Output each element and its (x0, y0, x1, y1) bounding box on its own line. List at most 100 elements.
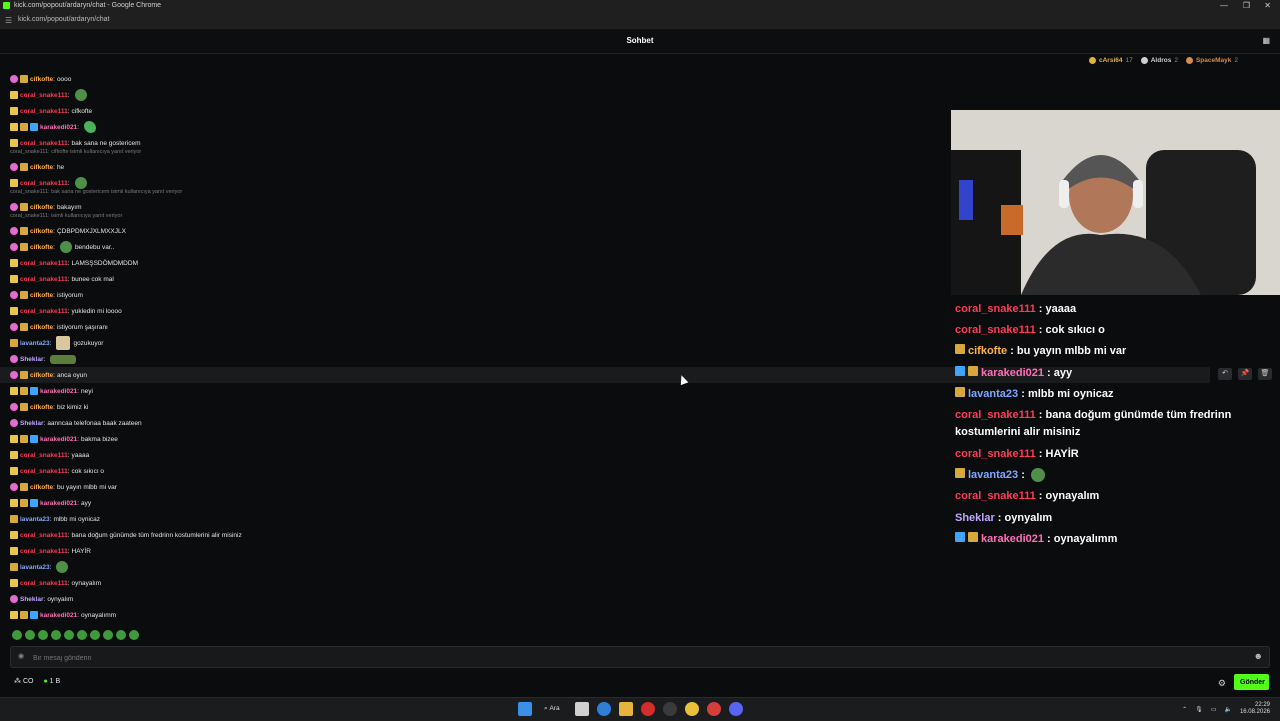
delete-icon[interactable]: 🗑 (1258, 368, 1272, 380)
minimize-icon[interactable]: — (1220, 1, 1228, 10)
chat-emote-icon[interactable] (74, 177, 87, 189)
chat-username[interactable]: cifkofte (30, 292, 53, 299)
tray-chevron-icon[interactable]: ⌃ (1182, 706, 1187, 713)
user-badge-icon[interactable] (20, 371, 28, 379)
maximize-icon[interactable]: ❐ (1243, 1, 1250, 10)
user-badge-icon[interactable] (10, 339, 18, 347)
user-badge-icon[interactable] (10, 355, 18, 363)
user-badge-icon[interactable] (10, 139, 18, 147)
chat-username[interactable]: coral_snake111 (20, 532, 68, 539)
chat-username[interactable]: coral_snake111 (20, 452, 68, 459)
chat-username[interactable]: coral_snake111 (20, 108, 68, 115)
user-badge-icon[interactable] (10, 563, 18, 571)
user-badge-icon[interactable] (20, 243, 28, 251)
chat-username[interactable]: coral_snake111 (20, 92, 68, 99)
user-badge-icon[interactable] (20, 435, 28, 443)
emote-icon[interactable] (51, 630, 61, 640)
chat-username[interactable]: cifkofte (30, 244, 53, 251)
user-badge-icon[interactable] (20, 403, 28, 411)
reply-context[interactable]: coral_snake111: isimli kullanıcıya yanıt… (10, 213, 122, 219)
user-badge-icon[interactable] (30, 611, 38, 619)
message-input[interactable] (31, 651, 1235, 665)
chat-username[interactable]: lavanta23 (20, 516, 50, 523)
pin-icon[interactable]: 📌 (1238, 368, 1252, 380)
chat-username[interactable]: karakedi021 (40, 388, 77, 395)
emote-icon[interactable] (64, 630, 74, 640)
user-badge-icon[interactable] (10, 435, 18, 443)
chat-username[interactable]: cifkofte (30, 484, 53, 491)
chat-emote-icon[interactable] (50, 354, 77, 364)
chat-username[interactable]: Sheklar (20, 356, 44, 363)
taskbar-search[interactable]: ⌕ Ara (540, 702, 567, 716)
user-badge-icon[interactable] (20, 483, 28, 491)
chat-emote-icon[interactable] (74, 89, 87, 101)
url-text[interactable]: kick.com/popout/ardaryn/chat (18, 16, 109, 23)
user-badge-icon[interactable] (10, 75, 18, 83)
leaderboard-item[interactable]: Aldros 2 (1140, 57, 1178, 64)
user-badge-icon[interactable] (20, 611, 28, 619)
chat-username[interactable]: coral_snake111 (20, 308, 68, 315)
reply-context[interactable]: coral_snake111: cifkofte isimli kullanıc… (10, 149, 141, 155)
emoji-picker-icon[interactable]: ☻ (1254, 651, 1263, 661)
chat-message[interactable]: lavanta23: (10, 559, 1210, 575)
chat-username[interactable]: karakedi021 (40, 436, 77, 443)
user-badge-icon[interactable] (30, 123, 38, 131)
reply-icon[interactable]: ↶ (1218, 368, 1232, 380)
chat-username[interactable]: cifkofte (30, 76, 53, 83)
chat-username[interactable]: coral_snake111 (20, 260, 68, 267)
chat-message[interactable]: coral_snake111: (10, 87, 1210, 103)
emote-icon[interactable] (25, 630, 35, 640)
user-badge-icon[interactable] (10, 387, 18, 395)
steam-icon[interactable] (663, 702, 678, 716)
leaderboard-item[interactable]: cArsi64 17 (1089, 57, 1133, 64)
emote-icon[interactable] (38, 630, 48, 640)
settings-gear-icon[interactable]: ⚙ (1218, 678, 1226, 689)
file-explorer-icon[interactable] (619, 702, 634, 716)
chat-emote-icon[interactable] (56, 336, 71, 350)
message-composer[interactable]: ◉ ☻ (10, 646, 1270, 668)
opera-icon[interactable] (641, 702, 656, 716)
user-badge-icon[interactable] (10, 291, 18, 299)
chat-username[interactable]: cifkofte (30, 204, 53, 211)
user-badge-icon[interactable] (10, 123, 18, 131)
gift-icon[interactable]: ▦ (1262, 36, 1270, 45)
user-badge-icon[interactable] (20, 227, 28, 235)
user-badge-icon[interactable] (10, 451, 18, 459)
user-badge-icon[interactable] (10, 547, 18, 555)
points-indicator[interactable]: ● 1 B (43, 678, 60, 685)
user-badge-icon[interactable] (20, 323, 28, 331)
user-badge-icon[interactable] (10, 243, 18, 251)
emote-icon[interactable] (77, 630, 87, 640)
network-icon[interactable]: ▭ (1211, 706, 1217, 713)
chat-settings-icon[interactable]: ◉ (18, 652, 24, 660)
user-badge-icon[interactable] (20, 291, 28, 299)
chat-username[interactable]: coral_snake111 (20, 548, 68, 555)
user-badge-icon[interactable] (20, 203, 28, 211)
user-badge-icon[interactable] (10, 179, 18, 187)
emote-icon[interactable] (12, 630, 22, 640)
chat-username[interactable]: karakedi021 (40, 124, 77, 131)
discord-icon[interactable] (729, 702, 744, 716)
mic-icon[interactable]: 🎙 (1195, 706, 1203, 713)
user-badge-icon[interactable] (10, 203, 18, 211)
user-badge-icon[interactable] (10, 275, 18, 283)
user-badge-icon[interactable] (30, 499, 38, 507)
send-button[interactable]: Gönder (1234, 674, 1269, 690)
user-badge-icon[interactable] (10, 227, 18, 235)
chat-username[interactable]: karakedi021 (40, 612, 77, 619)
chrome-icon[interactable] (685, 702, 700, 716)
chat-message[interactable]: karakedi021: oynayalımm (10, 607, 1210, 623)
emote-icon[interactable] (90, 630, 100, 640)
address-bar[interactable]: ☰ kick.com/popout/ardaryn/chat (0, 12, 1280, 29)
chat-username[interactable]: coral_snake111 (20, 468, 68, 475)
user-badge-icon[interactable] (10, 579, 18, 587)
system-clock[interactable]: 22:29 16.08.2026 (1240, 702, 1270, 716)
user-badge-icon[interactable] (10, 467, 18, 475)
user-badge-icon[interactable] (20, 123, 28, 131)
user-badge-icon[interactable] (30, 387, 38, 395)
user-badge-icon[interactable] (10, 499, 18, 507)
user-badge-icon[interactable] (20, 75, 28, 83)
app-icon[interactable] (707, 702, 722, 716)
chat-username[interactable]: coral_snake111 (20, 180, 68, 187)
edge-icon[interactable] (597, 702, 612, 716)
